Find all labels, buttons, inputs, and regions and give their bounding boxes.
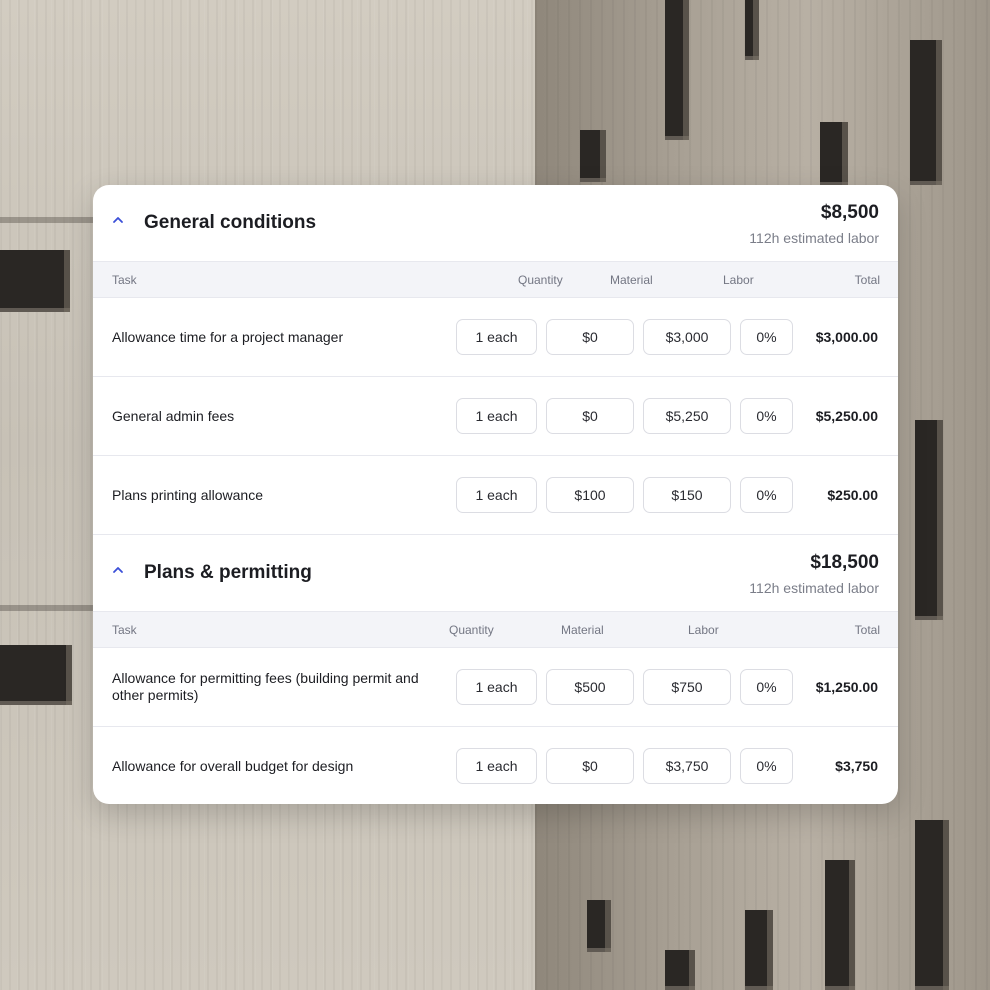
material-field[interactable]: $0 [546, 319, 634, 355]
markup-field[interactable]: 0% [740, 477, 793, 513]
task-name: Allowance for overall budget for design [112, 757, 354, 774]
col-quantity: Quantity [449, 623, 494, 637]
labor-summary: 112h estimated labor [749, 230, 879, 246]
building-window [915, 420, 943, 620]
building-window [910, 40, 942, 185]
table-row: Plans printing allowance 1 each $100 $15… [93, 456, 898, 535]
table-row: Allowance for overall budget for design … [93, 727, 898, 804]
col-total: Total [854, 273, 880, 287]
markup-field[interactable]: 0% [740, 319, 793, 355]
col-total: Total [854, 623, 880, 637]
labor-field[interactable]: $3,750 [643, 748, 731, 784]
row-total: $1,250.00 [815, 679, 878, 695]
material-field[interactable]: $500 [546, 669, 634, 705]
chevron-up-icon[interactable] [111, 213, 125, 227]
building-window [0, 645, 72, 705]
col-task: Task [112, 273, 137, 287]
building-window [745, 910, 773, 990]
row-total: $5,250.00 [815, 408, 878, 424]
labor-field[interactable]: $3,000 [643, 319, 731, 355]
task-name: Plans printing allowance [112, 486, 263, 503]
section-plans-permitting: Plans & permitting $18,500 112h estimate… [93, 535, 898, 804]
table-row: Allowance for permitting fees (building … [93, 648, 898, 727]
section-title: Plans & permitting [144, 562, 312, 583]
quantity-field[interactable]: 1 each [456, 669, 537, 705]
col-material: Material [561, 623, 604, 637]
section-total: $8,500 [820, 202, 879, 223]
row-total: $250.00 [827, 487, 878, 503]
quantity-field[interactable]: 1 each [456, 398, 537, 434]
col-quantity: Quantity [518, 273, 563, 287]
building-window [665, 950, 695, 990]
labor-field[interactable]: $750 [643, 669, 731, 705]
chevron-up-icon[interactable] [111, 563, 125, 577]
quantity-field[interactable]: 1 each [456, 748, 537, 784]
material-field[interactable]: $100 [546, 477, 634, 513]
labor-field[interactable]: $5,250 [643, 398, 731, 434]
building-window [0, 250, 70, 312]
section-header[interactable]: General conditions $8,500 112h estimated… [93, 185, 898, 262]
markup-field[interactable]: 0% [740, 669, 793, 705]
building-window [665, 0, 689, 140]
estimate-card: General conditions $8,500 112h estimated… [93, 185, 898, 804]
section-general-conditions: General conditions $8,500 112h estimated… [93, 185, 898, 535]
col-material: Material [610, 273, 653, 287]
section-header[interactable]: Plans & permitting $18,500 112h estimate… [93, 535, 898, 612]
building-window [825, 860, 855, 990]
labor-field[interactable]: $150 [643, 477, 731, 513]
quantity-field[interactable]: 1 each [456, 319, 537, 355]
column-header-row: Task Quantity Material Labor Total [93, 262, 898, 298]
row-total: $3,750 [835, 758, 878, 774]
wall-ledge [0, 605, 93, 611]
col-task: Task [112, 623, 137, 637]
building-window [820, 122, 848, 186]
col-labor: Labor [688, 623, 719, 637]
table-row: Allowance time for a project manager 1 e… [93, 298, 898, 377]
building-window [587, 900, 611, 952]
table-row: General admin fees 1 each $0 $5,250 0% $… [93, 377, 898, 456]
task-name: Allowance time for a project manager [112, 328, 344, 345]
material-field[interactable]: $0 [546, 398, 634, 434]
task-name: Allowance for permitting fees (building … [112, 670, 419, 703]
building-window [745, 0, 759, 60]
markup-field[interactable]: 0% [740, 398, 793, 434]
material-field[interactable]: $0 [546, 748, 634, 784]
section-total: $18,500 [810, 552, 879, 573]
building-window [915, 820, 949, 990]
markup-field[interactable]: 0% [740, 748, 793, 784]
building-window [580, 130, 606, 182]
row-total: $3,000.00 [815, 329, 878, 345]
labor-summary: 112h estimated labor [749, 580, 879, 596]
wall-ledge [0, 217, 93, 223]
column-header-row: Task Quantity Material Labor Total [93, 612, 898, 648]
col-labor: Labor [723, 273, 754, 287]
task-name: General admin fees [112, 407, 235, 424]
section-title: General conditions [144, 212, 317, 233]
quantity-field[interactable]: 1 each [456, 477, 537, 513]
